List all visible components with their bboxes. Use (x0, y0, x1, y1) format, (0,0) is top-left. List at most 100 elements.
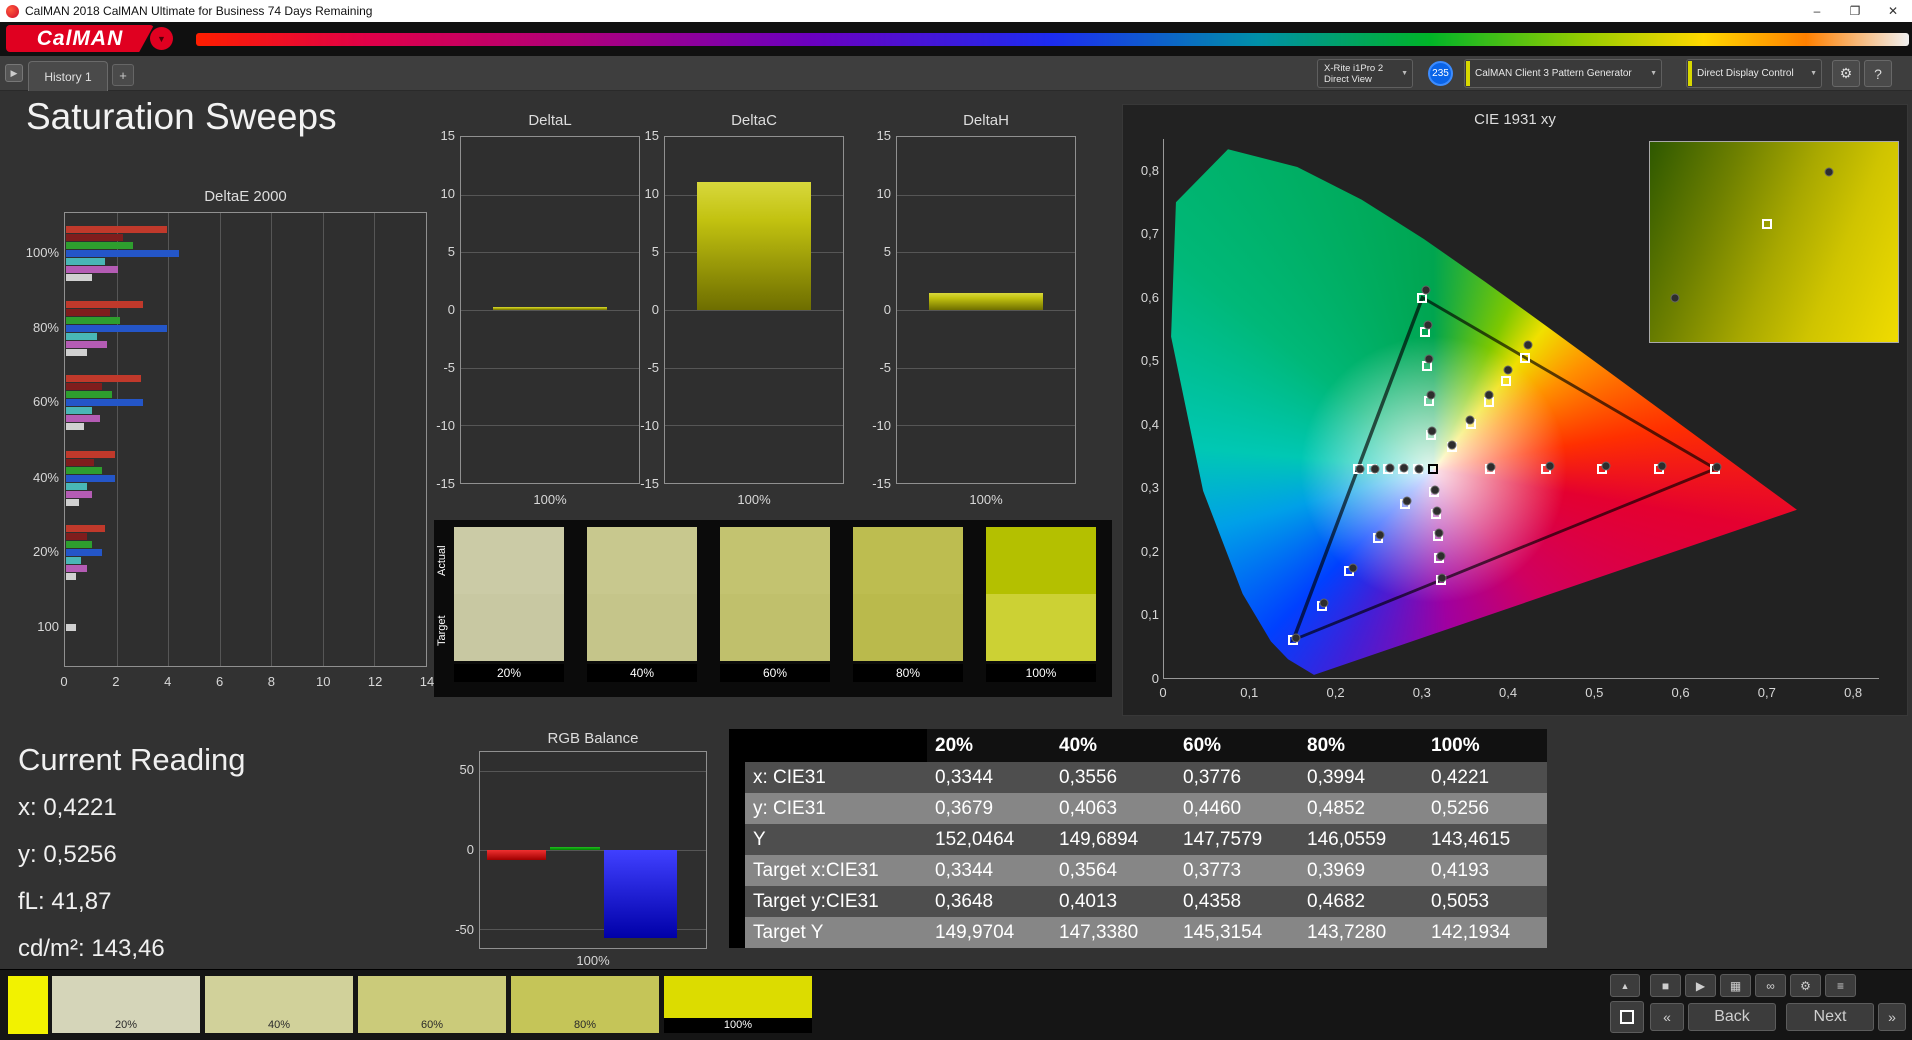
cie-x-tick: 0,4 (1499, 685, 1518, 700)
maximize-button[interactable]: ❐ (1836, 0, 1874, 22)
cie-measured-marker (1414, 464, 1424, 474)
cie-x-tick: 0 (1159, 685, 1167, 700)
cie-x-tick: 0,6 (1671, 685, 1690, 700)
deltae-bar (66, 349, 87, 357)
deltae-bar (66, 333, 97, 341)
rgb-bar-blue (604, 850, 677, 938)
deltae-bar (66, 490, 92, 498)
control-icon-button[interactable]: ▦ (1720, 974, 1751, 997)
deltae-bar (66, 242, 134, 250)
control-icon-button[interactable]: ∞ (1755, 974, 1786, 997)
patch-button-20%[interactable]: 20% (52, 976, 200, 1033)
help-icon[interactable]: ? (1864, 60, 1892, 87)
deltae-bar (66, 623, 77, 631)
table-cell-value: 0,4682 (1299, 886, 1423, 917)
cie-measured-marker (1712, 462, 1722, 472)
current-reading-panel: Current Reading x: 0,4221 y: 0,5256 fL: … (18, 742, 245, 982)
deltaH-y-tick: 0 (883, 302, 891, 317)
close-button[interactable]: ✕ (1874, 0, 1912, 22)
deltaL-y-tick: 10 (440, 186, 455, 201)
panel-collapse-icon[interactable]: ▶ (5, 64, 23, 82)
cie-measured-marker (1370, 464, 1380, 474)
deltaL-y-tick: 15 (440, 128, 455, 143)
cie-measured-marker (1434, 528, 1444, 538)
pattern-window-button[interactable] (1610, 1001, 1644, 1033)
control-icon-button[interactable]: ▶ (1685, 974, 1716, 997)
deltae-bar (66, 301, 144, 309)
swatch-column: 20% (454, 527, 564, 682)
control-icon-button[interactable]: ■ (1650, 974, 1681, 997)
logo-dropdown-icon[interactable]: ▼ (150, 27, 173, 50)
cie-measured-marker (1432, 506, 1442, 516)
table-cell-value: 152,0464 (927, 824, 1051, 855)
deltae-x-tick: 10 (316, 674, 331, 689)
display-control-selector[interactable]: Direct Display Control ▼ (1686, 59, 1822, 88)
meter-status-badge[interactable]: 235 (1428, 61, 1453, 86)
deltae-bar (66, 525, 105, 533)
minimize-button[interactable]: – (1798, 0, 1836, 22)
deltae-bar (66, 250, 180, 258)
current-color-swatch (8, 976, 48, 1034)
swatch-column: 100% (986, 527, 1096, 682)
deltae-gridline (219, 213, 221, 666)
deltae-bar (66, 309, 110, 317)
cie-y-tick: 0,4 (1140, 416, 1159, 432)
table-cell-value: 142,1934 (1423, 917, 1547, 948)
table-cell-value: 0,3994 (1299, 762, 1423, 793)
cie-inset-marker (1824, 167, 1834, 177)
tab-bar: ▶ History 1 + X-Rite i1Pro 2 Direct View… (0, 56, 1912, 91)
deltae-bar (66, 234, 123, 242)
patch-button-80%[interactable]: 80% (511, 976, 659, 1033)
meter-line2: Direct View (1324, 73, 1372, 85)
rainbow-gradient-strip (196, 33, 1909, 46)
deltae-bar-group (66, 623, 77, 632)
deltal-plot-area (460, 136, 640, 484)
tab-history-1[interactable]: History 1 (28, 61, 108, 91)
window-controls: – ❐ ✕ (1798, 0, 1912, 22)
patch-button-60%[interactable]: 60% (358, 976, 506, 1033)
bottom-bar: ▲ « Back Next » 20% 40% 60% 80% 100% ■ ▶ ▦ ∞ ⚙ ≡ (0, 969, 1912, 1040)
deltae-bar-group (66, 226, 180, 282)
target-swatch (720, 594, 830, 661)
patch-button-40%[interactable]: 40% (205, 976, 353, 1033)
deltah-chart: DeltaH 100% 15 10 5 0 -5 -10 -15 (856, 112, 1086, 522)
settings-gear-icon[interactable]: ⚙ (1832, 60, 1860, 87)
cie-measured-marker (1657, 461, 1667, 471)
table-cell-value: 0,3556 (1051, 762, 1175, 793)
next-button[interactable]: Next (1786, 1003, 1874, 1031)
deltae-x-tick: 0 (60, 674, 68, 689)
patch-label: 100% (664, 1018, 812, 1033)
deltae-chart-title: DeltaE 2000 (204, 188, 287, 205)
target-swatch (587, 594, 697, 661)
calman-logo: CalMAN (6, 25, 154, 52)
deltae-bar (66, 498, 79, 506)
cie-measured-marker (1436, 551, 1446, 561)
pattern-generator-label: CalMAN Client 3 Pattern Generator (1475, 68, 1632, 79)
control-icon-button[interactable]: ⚙ (1790, 974, 1821, 997)
control-icon-button[interactable]: ≡ (1825, 974, 1856, 997)
rgb-bar-green (550, 846, 600, 850)
raise-window-icon[interactable]: ▲ (1610, 974, 1640, 997)
table-column-header (745, 729, 927, 762)
swatch-column: 60% (720, 527, 830, 682)
table-row-strip (729, 917, 745, 948)
back-button[interactable]: Back (1688, 1003, 1776, 1031)
table-cell-value: 0,3969 (1299, 855, 1423, 886)
skip-back-icon[interactable]: « (1650, 1003, 1684, 1031)
patch-button-100%[interactable]: 100% (664, 976, 812, 1033)
deltae-bar (66, 450, 115, 458)
add-tab-button[interactable]: + (112, 64, 134, 86)
deltac-plot-area (664, 136, 844, 484)
deltae-x-tick: 12 (367, 674, 383, 689)
deltaH-gridline (897, 194, 1075, 196)
deltae-x-tick: 6 (215, 674, 224, 689)
reading-x: x: 0,4221 (18, 794, 117, 821)
skip-forward-icon[interactable]: » (1878, 1003, 1906, 1031)
deltae-gridline (374, 213, 376, 666)
deltaC-y-tick: 0 (651, 302, 659, 317)
deltaH-bar (929, 292, 1043, 310)
pattern-generator-selector[interactable]: CalMAN Client 3 Pattern Generator ▼ (1464, 59, 1662, 88)
deltaH-gridline (897, 367, 1075, 369)
meter-selector[interactable]: X-Rite i1Pro 2 Direct View ▼ (1317, 59, 1413, 88)
cie-y-tick: 0,1 (1140, 607, 1159, 623)
